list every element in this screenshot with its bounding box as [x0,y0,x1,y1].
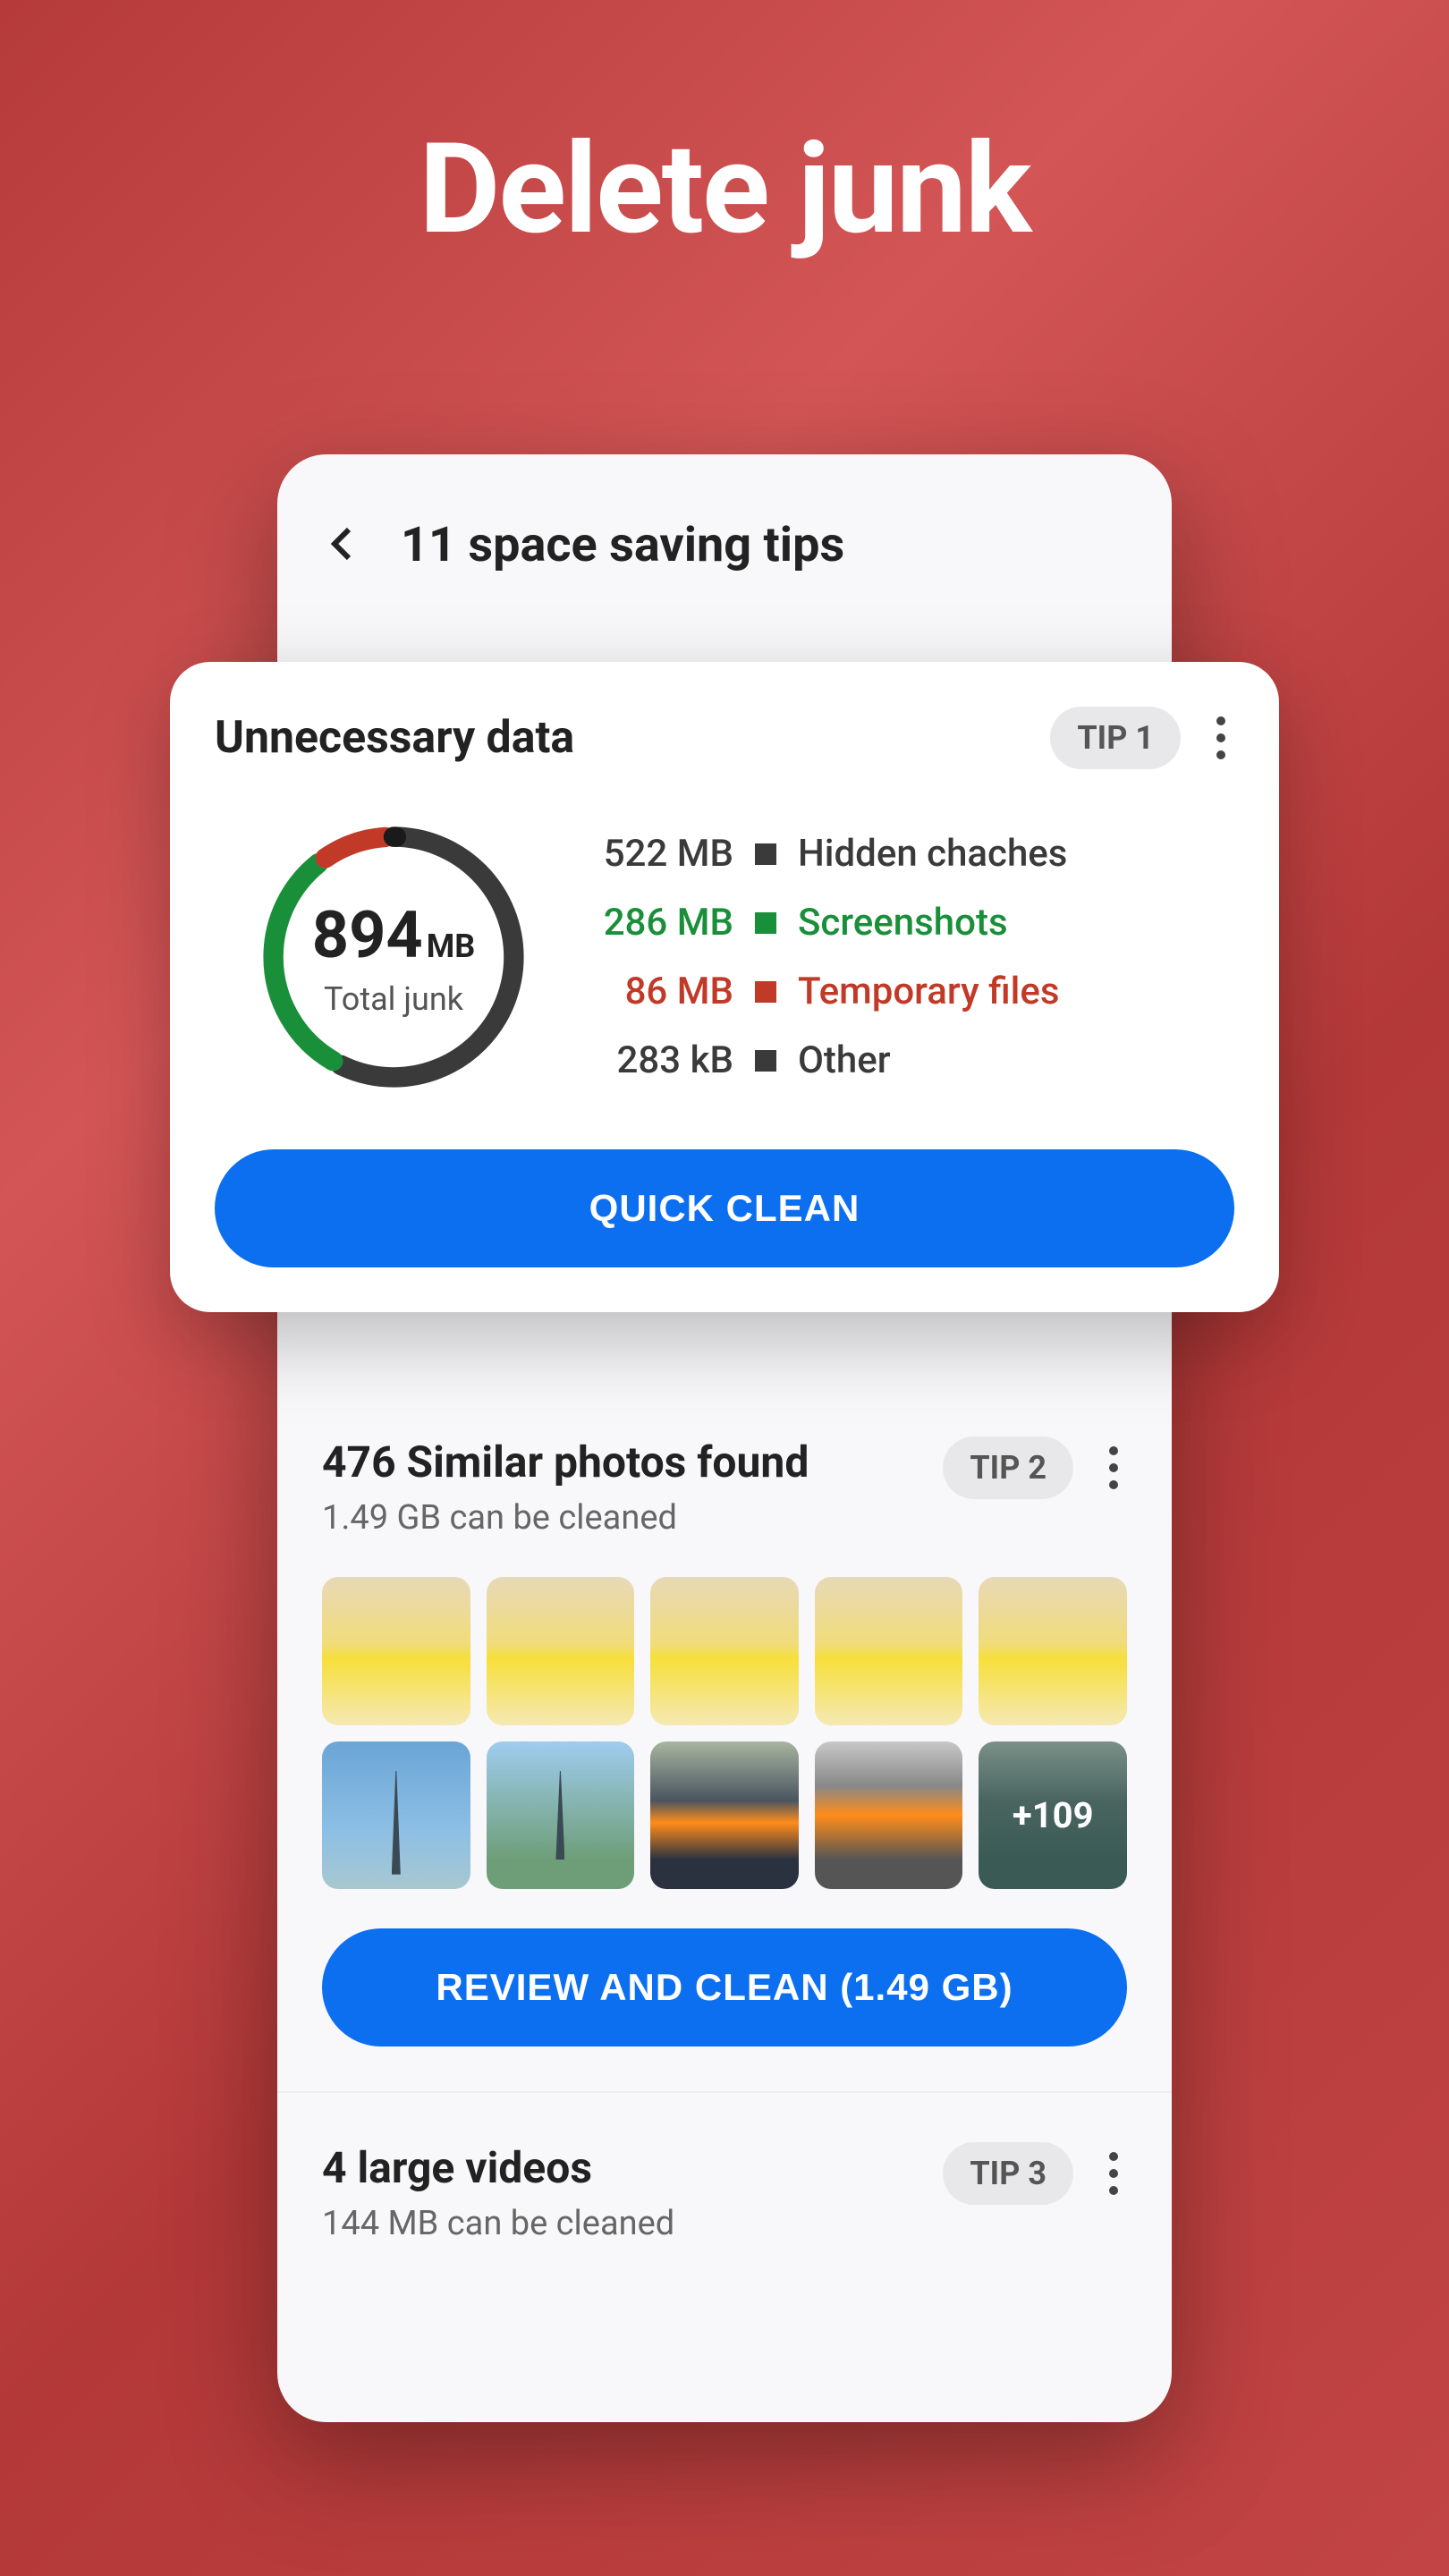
legend-row: 522 MB Hidden chaches [590,832,1234,876]
photo-thumb[interactable] [650,1741,799,1890]
legend-size: 286 MB [590,901,733,945]
hero-title: Delete junk [0,0,1449,263]
kebab-menu-icon[interactable] [1208,708,1234,768]
quick-clean-button[interactable]: QUICK CLEAN [215,1149,1234,1267]
photo-thumb[interactable] [322,1741,470,1890]
photo-thumb[interactable] [815,1577,963,1725]
app-header: 11 space saving tips [277,454,1172,609]
kebab-menu-icon[interactable] [1100,1437,1127,1498]
legend-row: 286 MB Screenshots [590,901,1234,945]
legend-label: Other [798,1038,891,1082]
kebab-menu-icon[interactable] [1100,2143,1127,2204]
legend-color-icon [755,912,776,934]
photo-thumb[interactable] [979,1577,1127,1725]
page-title: 11 space saving tips [401,517,844,573]
legend-row: 283 kB Other [590,1038,1234,1082]
legend-color-icon [755,843,776,865]
photo-thumb-grid: +109 [322,1577,1127,1889]
legend-label: Hidden chaches [798,832,1067,876]
photo-thumb[interactable] [487,1577,635,1725]
legend-color-icon [755,1050,776,1072]
donut-value: 894 [312,897,423,973]
photo-thumb[interactable] [487,1741,635,1890]
photo-thumb[interactable] [815,1741,963,1890]
tip1-title: Unnecessary data [215,712,574,764]
legend-size: 86 MB [590,970,733,1013]
back-arrow-icon[interactable] [322,522,365,569]
tip2-title: 476 Similar photos found [322,1436,809,1487]
photo-thumb-more[interactable]: +109 [979,1741,1127,1890]
tip2-badge: TIP 2 [943,1436,1073,1499]
review-and-clean-button[interactable]: REVIEW AND CLEAN (1.49 GB) [322,1928,1127,2046]
junk-legend: 522 MB Hidden chaches 286 MB Screenshots 86 … [590,832,1234,1082]
legend-size: 283 kB [590,1038,733,1082]
tip3-subtitle: 144 MB can be cleaned [322,2204,674,2243]
donut-unit: MB [427,928,476,965]
tip3-badge: TIP 3 [943,2142,1073,2205]
tip2-card: 476 Similar photos found 1.49 GB can be … [277,1436,1172,2093]
legend-label: Screenshots [798,901,1008,945]
tip3-card: 4 large videos 144 MB can be cleaned TIP… [277,2093,1172,2243]
legend-label: Temporary files [798,970,1060,1013]
legend-size: 522 MB [590,832,733,876]
donut-label: Total junk [324,980,463,1018]
tip2-subtitle: 1.49 GB can be cleaned [322,1498,809,1538]
photo-thumb[interactable] [650,1577,799,1725]
photo-thumb[interactable] [322,1577,470,1725]
tip1-card: Unnecessary data TIP 1 894 MB Total junk… [170,662,1279,1312]
tip1-badge: TIP 1 [1050,707,1181,769]
junk-donut-chart: 894 MB Total junk [250,814,537,1100]
legend-row: 86 MB Temporary files [590,970,1234,1013]
legend-color-icon [755,981,776,1003]
tip3-title: 4 large videos [322,2142,674,2193]
